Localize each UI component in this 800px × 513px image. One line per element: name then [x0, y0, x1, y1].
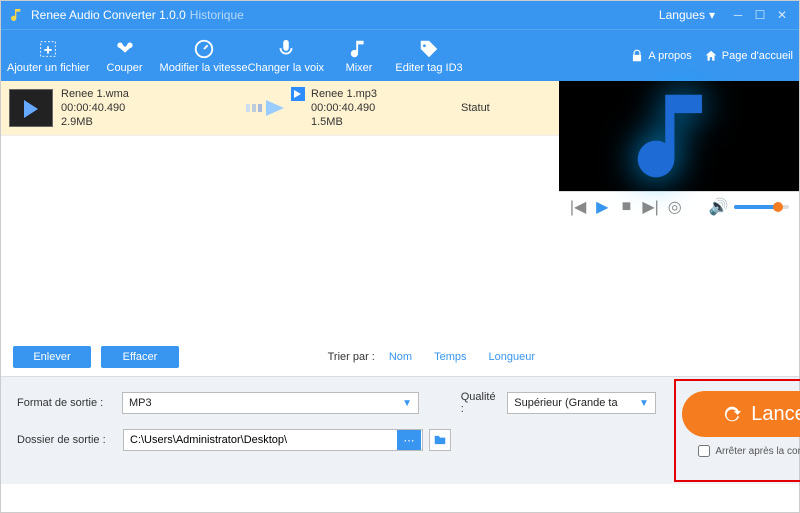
home-icon — [704, 49, 718, 63]
close-button[interactable]: ✕ — [773, 6, 791, 24]
chevron-down-icon: ▼ — [402, 398, 412, 409]
voice-button[interactable]: Changer la voix — [248, 30, 324, 82]
volume-icon[interactable]: 🔊 — [709, 197, 729, 217]
sort-length[interactable]: Longueur — [489, 351, 536, 363]
add-file-label: Ajouter un fichier — [7, 62, 90, 74]
launch-label: Lancer — [751, 403, 800, 426]
music-note-icon — [624, 81, 734, 191]
src-duration: 00:00:40.490 — [61, 101, 241, 115]
home-link[interactable]: Page d'accueil — [704, 49, 793, 63]
stop-after-checkbox[interactable] — [698, 445, 710, 457]
history-link[interactable]: Historique — [190, 8, 244, 22]
format-combo[interactable]: MP3 ▼ — [122, 392, 419, 414]
refresh-icon — [721, 403, 743, 425]
home-label: Page d'accueil — [722, 50, 793, 62]
format-label: Format de sortie : — [17, 397, 116, 409]
chevron-down-icon: ▼ — [639, 398, 649, 409]
volume-slider[interactable] — [734, 205, 789, 209]
sort-name[interactable]: Nom — [389, 351, 412, 363]
browse-button[interactable]: ⋯ — [397, 430, 421, 450]
languages-label: Langues — [659, 8, 705, 22]
clear-button[interactable]: Effacer — [101, 346, 179, 368]
gauge-icon — [193, 38, 215, 60]
chevron-down-icon: ▾ — [709, 8, 715, 22]
languages-dropdown[interactable]: Langues ▾ — [659, 8, 715, 22]
speed-button[interactable]: Modifier la vitesse — [160, 30, 248, 82]
folder-label: Dossier de sortie : — [17, 434, 117, 446]
next-button[interactable]: ▶| — [642, 197, 660, 217]
minimize-button[interactable]: ─ — [729, 6, 747, 24]
speed-label: Modifier la vitesse — [160, 62, 248, 74]
convert-arrow-icon — [241, 98, 291, 118]
add-file-button[interactable]: Ajouter un fichier — [7, 30, 90, 82]
app-icon — [9, 7, 25, 23]
launch-button[interactable]: Lancer — [682, 391, 800, 437]
voice-label: Changer la voix — [248, 62, 324, 74]
app-title: Renee Audio Converter 1.0.0 — [31, 8, 186, 22]
quality-value: Supérieur (Grande ta — [514, 397, 617, 409]
format-value: MP3 — [129, 397, 152, 409]
cut-label: Couper — [107, 62, 143, 74]
sort-time[interactable]: Temps — [434, 351, 466, 363]
file-thumbnail — [9, 89, 53, 127]
remove-button[interactable]: Enlever — [13, 346, 91, 368]
src-filename: Renee 1.wma — [61, 87, 241, 101]
film-add-icon — [37, 38, 59, 60]
mic-icon — [275, 38, 297, 60]
stop-button[interactable]: ■ — [617, 197, 635, 217]
snapshot-button[interactable]: ◎ — [666, 197, 684, 217]
dst-duration: 00:00:40.490 — [311, 101, 377, 115]
quality-label: Qualité : — [461, 391, 502, 415]
lock-icon — [630, 49, 644, 63]
id3-label: Editer tag ID3 — [395, 62, 462, 74]
mixer-label: Mixer — [346, 62, 373, 74]
preview-pane — [559, 81, 799, 191]
mp3-icon — [291, 87, 305, 101]
quality-combo[interactable]: Supérieur (Grande ta ▼ — [507, 392, 656, 414]
file-row[interactable]: Renee 1.wma 00:00:40.490 2.9MB Renee 1.m… — [1, 81, 559, 136]
prev-button[interactable]: |◀ — [569, 197, 587, 217]
sortby-label: Trier par : — [328, 351, 375, 363]
cut-button[interactable]: Couper — [90, 30, 160, 82]
about-link[interactable]: A propos — [630, 49, 691, 63]
dst-size: 1.5MB — [311, 115, 377, 129]
about-label: A propos — [648, 50, 691, 62]
mixer-icon — [348, 38, 370, 60]
scissors-icon — [114, 38, 136, 60]
src-size: 2.9MB — [61, 115, 241, 129]
open-folder-button[interactable] — [429, 429, 451, 451]
id3-button[interactable]: Editer tag ID3 — [394, 30, 464, 82]
play-button[interactable]: ▶ — [593, 197, 611, 217]
mixer-button[interactable]: Mixer — [324, 30, 394, 82]
tag-icon — [418, 38, 440, 60]
dst-filename: Renee 1.mp3 — [311, 87, 377, 101]
maximize-button[interactable]: ☐ — [751, 6, 769, 24]
folder-icon — [433, 433, 447, 447]
stop-after-label: Arrêter après la conversion — [715, 446, 800, 457]
status-label: Statut — [441, 102, 559, 114]
folder-input[interactable] — [124, 434, 396, 446]
